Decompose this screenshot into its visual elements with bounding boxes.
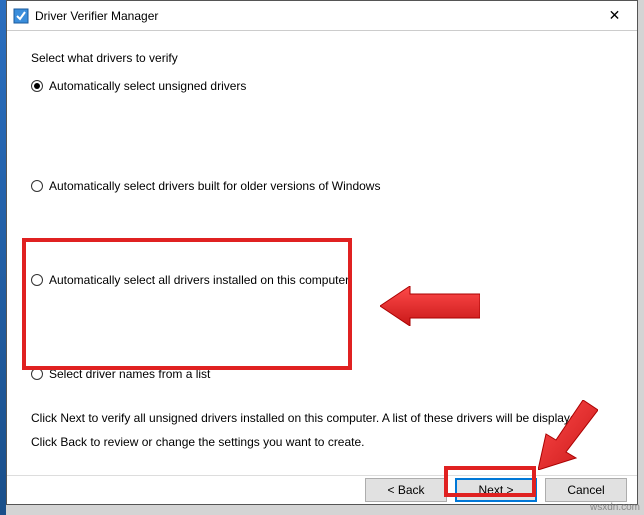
close-icon: ✕ bbox=[609, 7, 621, 24]
next-button[interactable]: Next > bbox=[455, 478, 537, 502]
titlebar: Driver Verifier Manager ✕ bbox=[7, 1, 637, 31]
radio-option-all-drivers[interactable]: Automatically select all drivers install… bbox=[31, 273, 613, 287]
radio-label: Automatically select unsigned drivers bbox=[49, 79, 246, 93]
button-row: < Back Next > Cancel bbox=[7, 475, 637, 504]
back-button-label: < Back bbox=[387, 483, 424, 497]
page-heading: Select what drivers to verify bbox=[31, 51, 613, 65]
content-area: Select what drivers to verify Automatica… bbox=[7, 31, 637, 467]
cancel-button[interactable]: Cancel bbox=[545, 478, 627, 502]
radio-label: Automatically select all drivers install… bbox=[49, 273, 349, 287]
app-icon bbox=[13, 8, 29, 24]
radio-option-unsigned-drivers[interactable]: Automatically select unsigned drivers bbox=[31, 79, 613, 93]
radio-label: Automatically select drivers built for o… bbox=[49, 179, 380, 193]
help-text: Click Next to verify all unsigned driver… bbox=[31, 409, 613, 451]
next-button-label: Next > bbox=[478, 483, 513, 497]
cancel-button-label: Cancel bbox=[567, 483, 604, 497]
close-button[interactable]: ✕ bbox=[592, 1, 637, 30]
radio-option-older-windows[interactable]: Automatically select drivers built for o… bbox=[31, 179, 613, 193]
radio-circle-icon bbox=[31, 274, 43, 286]
radio-circle-icon bbox=[31, 368, 43, 380]
radio-label: Select driver names from a list bbox=[49, 367, 210, 381]
dialog-window: Driver Verifier Manager ✕ Select what dr… bbox=[6, 0, 638, 505]
radio-option-from-list[interactable]: Select driver names from a list bbox=[31, 367, 613, 381]
radio-circle-icon bbox=[31, 180, 43, 192]
help-line-2: Click Back to review or change the setti… bbox=[31, 433, 613, 451]
window-title: Driver Verifier Manager bbox=[35, 9, 592, 23]
back-button[interactable]: < Back bbox=[365, 478, 447, 502]
watermark-text: wsxdn.com bbox=[590, 502, 640, 513]
help-line-1: Click Next to verify all unsigned driver… bbox=[31, 409, 613, 427]
radio-dot-icon bbox=[31, 80, 43, 92]
